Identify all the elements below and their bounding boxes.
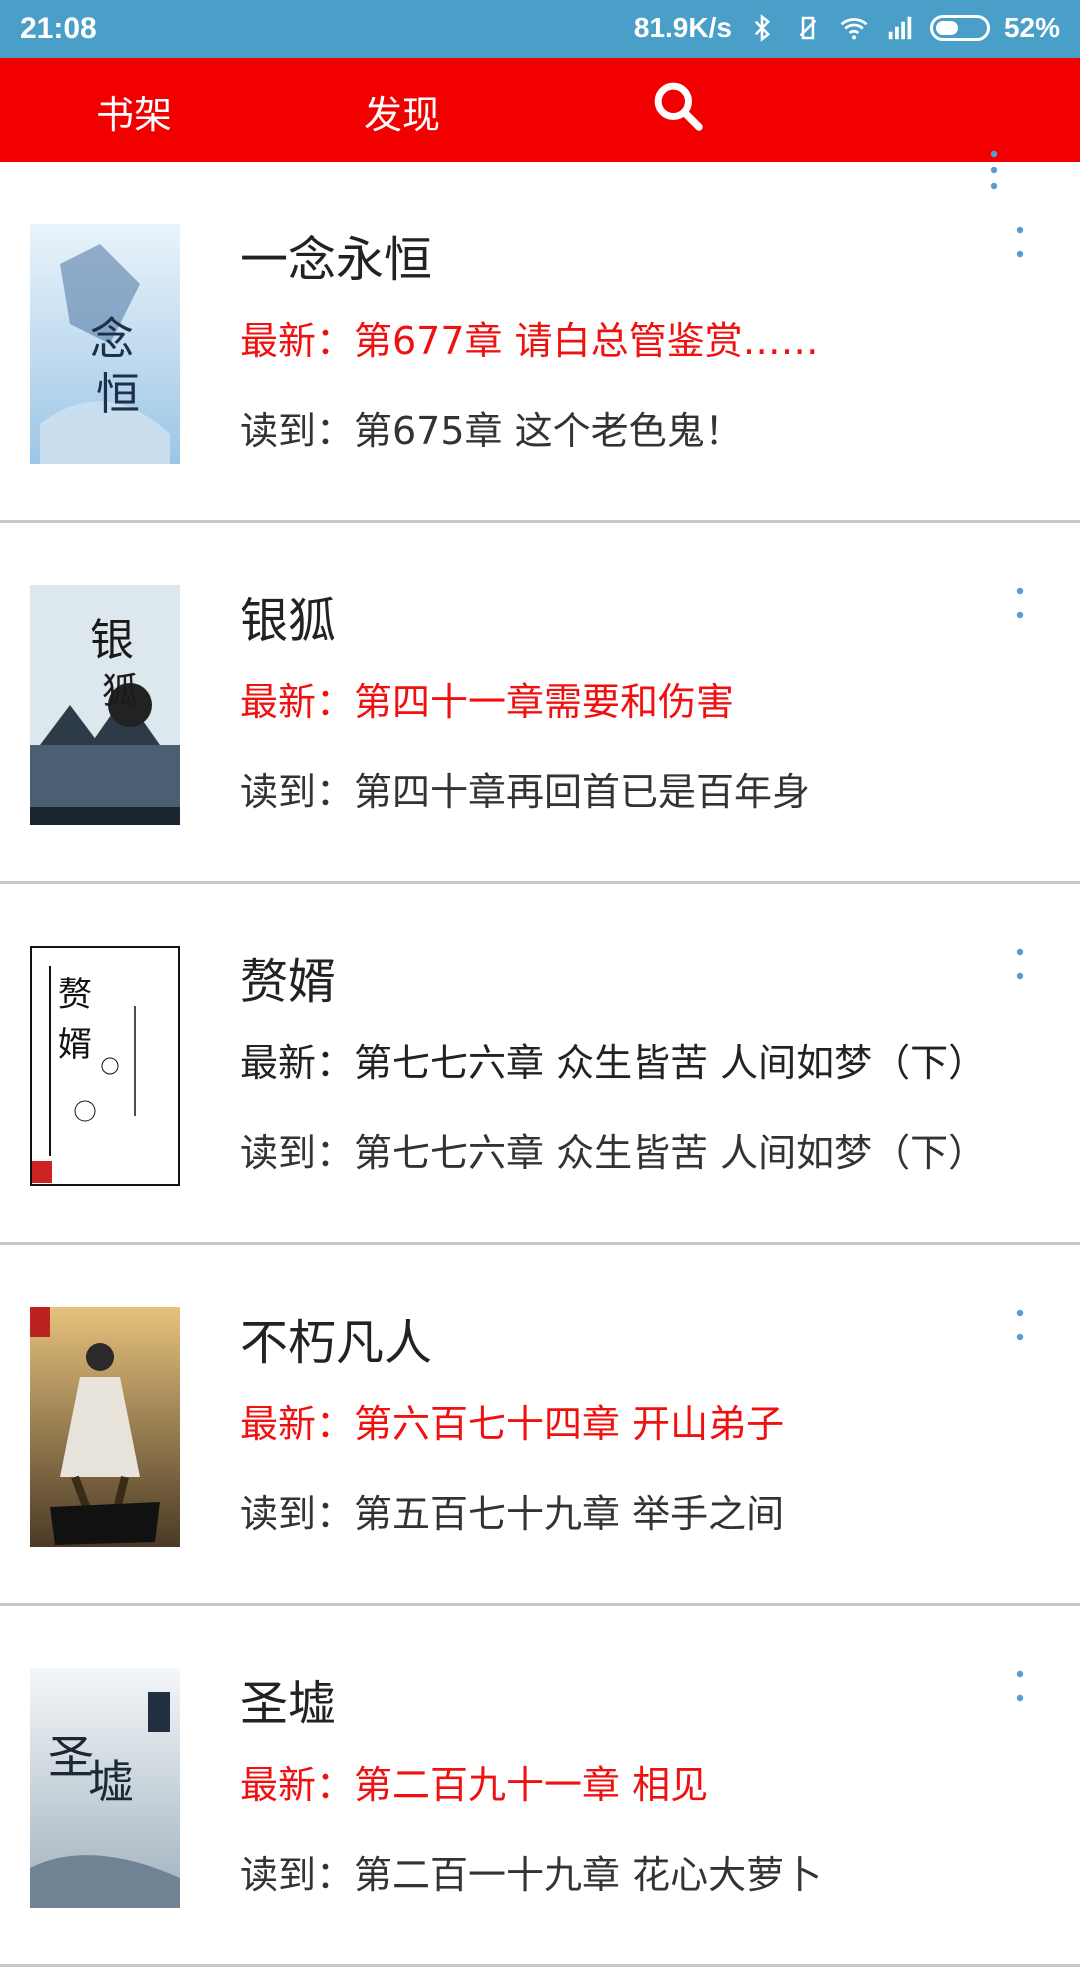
read-progress: 读到：第四十章再回首已是百年身 [240,770,811,814]
more-vertical-icon[interactable] [1010,224,1030,264]
wifi-icon [840,18,868,40]
book-row[interactable]: 银 狐 银狐 最新：第四十一章需要和伤害 读到：第四十章再回首已是百年身 [0,523,1080,884]
book-title: 不朽凡人 [240,1315,433,1371]
book-cover[interactable]: 银 狐 [30,585,180,825]
status-bar: 21:08 81.9K/s 52% [0,0,1080,58]
battery-percent: 52% [1003,12,1060,43]
book-row[interactable]: 赘 婿 赘婿 最新：第七七六章 众生皆苦 人间如梦（下） 读到：第七七六章 众生… [0,884,1080,1245]
svg-text:婿: 婿 [58,1025,92,1065]
latest-chapter: 最新：第四十一章需要和伤害 [240,680,735,724]
status-right-group: 81.9K/s 52% [634,12,1060,44]
tab-bookshelf[interactable]: 书架 [96,84,172,139]
more-vertical-icon[interactable] [1010,1307,1030,1347]
latest-chapter: 最新：第二百九十一章 相见 [240,1763,709,1807]
latest-chapter: 最新：第677章 请白总管鉴赏…… [240,319,819,363]
read-progress: 读到：第675章 这个老色鬼！ [240,409,743,453]
svg-text:念: 念 [90,314,134,365]
tab-discover[interactable]: 发现 [364,84,440,139]
book-cover[interactable]: 圣 墟 [30,1668,180,1908]
more-vertical-icon[interactable] [1010,585,1030,625]
net-speed: 81.9K/s [633,12,732,43]
book-title: 赘婿 [240,954,337,1010]
book-cover[interactable]: 赘 婿 [30,946,180,1186]
more-vertical-icon[interactable] [1010,946,1030,986]
signal-icon [888,16,912,40]
more-vertical-icon[interactable] [1010,1668,1030,1708]
book-title: 一念永恒 [240,232,433,288]
read-progress: 读到：第二百一十九章 花心大萝卜 [240,1853,823,1897]
book-cover[interactable] [30,1307,180,1547]
book-row[interactable]: 念 恒 一念永恒 最新：第677章 请白总管鉴赏…… 读到：第675章 这个老色… [0,162,1080,523]
book-row[interactable]: 不朽凡人 最新：第六百七十四章 开山弟子 读到：第五百七十九章 举手之间 [0,1245,1080,1606]
latest-chapter: 最新：第七七六章 众生皆苦 人间如梦（下） [240,1041,987,1085]
book-title: 圣墟 [240,1676,337,1732]
battery-icon [929,15,990,41]
latest-chapter: 最新：第六百七十四章 开山弟子 [240,1402,785,1446]
read-progress: 读到：第七七六章 众生皆苦 人间如梦（下） [240,1131,987,1175]
svg-text:墟: 墟 [88,1755,134,1809]
book-title: 银狐 [240,593,337,649]
bluetooth-icon [754,14,771,42]
search-icon[interactable] [650,78,706,134]
svg-text:银: 银 [90,615,134,666]
top-toolbar: 书架 发现 [0,58,1080,190]
svg-text:恒: 恒 [96,369,140,420]
svg-text:狐: 狐 [102,671,138,712]
svg-text:赘: 赘 [58,975,92,1015]
book-cover[interactable]: 念 恒 [30,224,180,464]
status-time: 21:08 [20,12,97,45]
read-progress: 读到：第五百七十九章 举手之间 [240,1492,785,1536]
bookshelf-list: 念 恒 一念永恒 最新：第677章 请白总管鉴赏…… 读到：第675章 这个老色… [0,162,1080,1967]
book-row[interactable]: 圣 墟 圣墟 最新：第二百九十一章 相见 读到：第二百一十九章 花心大萝卜 [0,1606,1080,1967]
vibrate-off-icon [799,16,817,40]
